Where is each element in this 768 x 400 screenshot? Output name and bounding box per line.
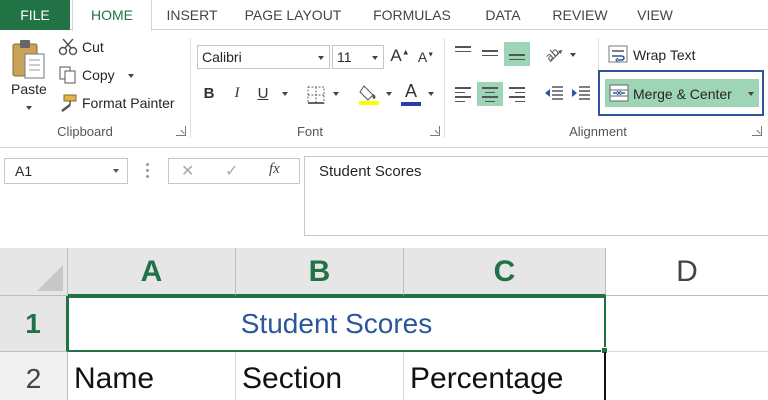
chevron-down-icon [372,56,378,60]
fill-color-dropdown-icon[interactable] [386,92,392,96]
wrap-text-icon[interactable] [608,44,628,64]
cancel-icon[interactable]: ✕ [181,161,194,181]
grow-font-button[interactable]: A▲ [390,46,410,66]
align-right-button[interactable] [504,82,530,106]
ribbon-home: Paste Cut Copy Format Painter Clipboard … [0,30,768,148]
copy-dropdown-icon[interactable] [128,74,134,78]
alignment-launcher-icon[interactable] [752,126,762,136]
tab-page-layout[interactable]: PAGE LAYOUT [232,0,354,30]
top-align-button[interactable] [450,42,476,66]
merge-center-label[interactable]: Merge & Center [633,86,732,102]
italic-button[interactable]: I [228,85,246,102]
fill-color-icon[interactable] [358,82,380,106]
tab-data[interactable]: DATA [470,0,536,30]
font-color-dropdown-icon[interactable] [428,92,434,96]
shrink-font-button[interactable]: A▼ [416,49,436,65]
name-box[interactable]: A1 [4,158,128,184]
tab-file[interactable]: FILE [0,0,70,30]
tab-view[interactable]: VIEW [624,0,686,30]
merged-cell-a1-c1[interactable]: Student Scores [67,296,606,352]
format-painter-button[interactable]: Format Painter [82,95,175,111]
cell-b2[interactable]: Section [236,352,404,400]
clipboard-group-label: Clipboard [57,124,113,139]
orientation-icon[interactable]: ab [543,44,566,64]
borders-icon[interactable] [306,85,326,105]
formula-buttons: ✕ ✓ fx [168,158,300,184]
underline-button[interactable]: U [254,85,272,102]
tab-home[interactable]: HOME [72,0,152,31]
enter-icon[interactable]: ✓ [225,161,238,181]
paste-icon [12,40,45,79]
name-box-value: A1 [15,163,33,179]
center-align-button[interactable] [477,82,503,106]
grow-font-icon: A [390,46,402,65]
clipboard-launcher-icon[interactable] [176,126,186,136]
cut-button[interactable]: Cut [82,39,104,55]
tab-insert[interactable]: INSERT [160,0,224,30]
copy-icon[interactable] [58,66,78,84]
tab-formulas[interactable]: FORMULAS [362,0,462,30]
group-separator [444,38,445,138]
increase-indent-icon[interactable] [570,84,592,104]
font-color-button[interactable]: A [400,81,422,106]
font-launcher-icon[interactable] [430,126,440,136]
font-size-value: 11 [337,49,352,65]
worksheet-grid: A B C D 1 2 Student Scores Name Section … [0,248,768,400]
chevron-down-icon [318,56,324,60]
cell-d1[interactable] [606,296,768,352]
middle-align-button[interactable] [477,42,503,66]
borders-dropdown-icon[interactable] [333,92,339,96]
font-color-icon: A [404,81,417,101]
align-right-icon [509,87,525,102]
align-left-icon [455,87,471,102]
orientation-dropdown-icon[interactable] [570,53,576,57]
column-header-d[interactable]: D [606,248,768,296]
alignment-group-label: Alignment [569,124,627,139]
cut-icon[interactable] [58,38,78,56]
copy-button[interactable]: Copy [82,67,115,83]
merge-center-icon [609,84,629,102]
font-name-select[interactable]: Calibri [197,45,330,69]
tab-review[interactable]: REVIEW [544,0,616,30]
decrease-indent-icon[interactable] [543,84,565,104]
ribbon-tab-bar: FILE HOME INSERT PAGE LAYOUT FORMULAS DA… [0,0,768,31]
font-size-select[interactable]: 11 [332,45,384,69]
formula-input[interactable]: Student Scores [304,156,768,236]
row-header-1[interactable]: 1 [0,296,68,352]
bold-button[interactable]: B [200,85,218,102]
middle-align-icon [482,50,498,59]
column-header-c[interactable]: C [404,248,606,296]
group-separator [190,38,191,138]
shrink-font-icon: A [417,49,428,65]
bottom-align-icon [509,54,525,63]
font-group-label: Font [296,124,323,139]
cell-d2[interactable] [606,352,768,400]
formula-bar: A1 ✕ ✓ fx Student Scores [0,148,768,248]
cell-a2[interactable]: Name [68,352,236,400]
center-align-icon [482,87,498,102]
merge-center-dropdown-icon[interactable] [748,92,754,96]
format-painter-icon[interactable] [58,94,78,112]
row-header-2[interactable]: 2 [0,352,68,400]
underline-dropdown-icon[interactable] [282,92,288,96]
bottom-align-button[interactable] [504,42,530,66]
top-align-icon [455,46,471,55]
column-header-a[interactable]: A [68,248,236,296]
chevron-down-icon [113,169,119,173]
cell-c2[interactable]: Percentage [404,352,606,400]
column-header-b[interactable]: B [236,248,404,296]
select-all-button[interactable] [0,248,68,296]
formula-bar-grip-icon[interactable] [146,163,149,179]
wrap-text-button[interactable]: Wrap Text [633,47,696,63]
paste-label[interactable]: Paste [11,81,47,97]
insert-function-icon[interactable]: fx [269,161,280,178]
font-name-value: Calibri [202,49,242,65]
paste-dropdown-icon[interactable] [26,106,32,110]
svg-text:ab: ab [544,45,562,64]
paste-button[interactable] [10,38,48,86]
align-left-button[interactable] [450,82,476,106]
